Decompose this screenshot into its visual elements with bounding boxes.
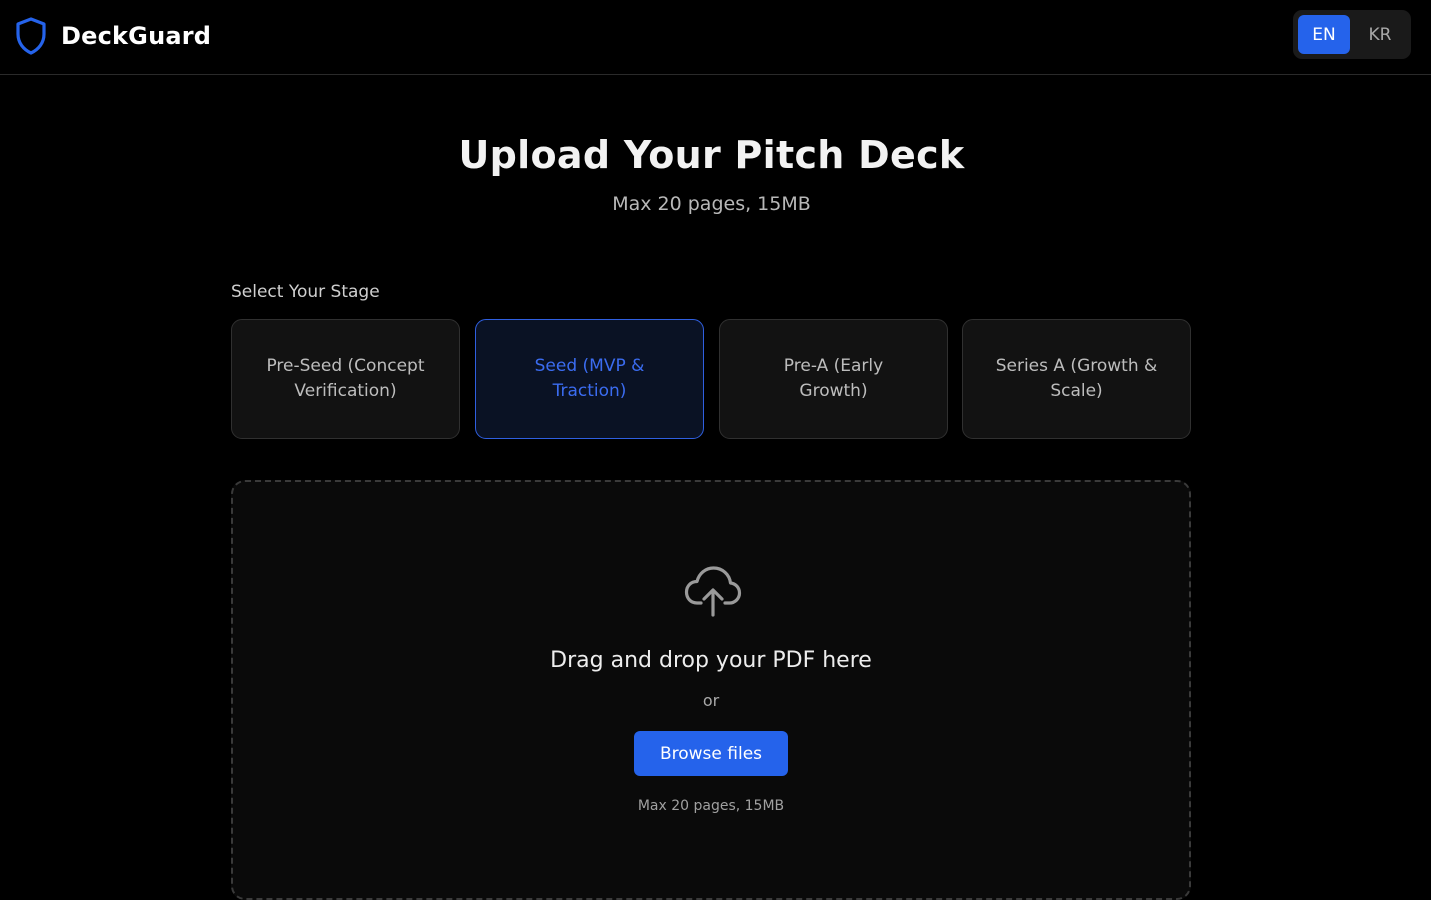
stage-option-label: Seed (MVP & Traction) (534, 356, 645, 401)
language-toggle: EN KR (1293, 10, 1411, 59)
file-limit-note: Max 20 pages, 15MB (637, 798, 785, 814)
stage-option-label: Series A (Growth & Scale) (995, 356, 1158, 401)
stage-option-pre-seed[interactable]: Pre-Seed (Concept Verification) (231, 319, 460, 439)
language-kr-button[interactable]: KR (1354, 15, 1406, 54)
stage-option-pre-a[interactable]: Pre-A (Early Growth) (719, 319, 948, 439)
file-dropzone[interactable]: Drag and drop your PDF here or Browse fi… (231, 480, 1191, 900)
stage-option-label: Pre-Seed (Concept Verification) (266, 356, 425, 401)
top-navigation-bar: DeckGuard EN KR (0, 0, 1431, 75)
stage-select-label: Select Your Stage (231, 282, 380, 302)
stage-option-label: Pre-A (Early Growth) (783, 356, 884, 401)
brand-name: DeckGuard (61, 22, 212, 50)
shield-icon (16, 17, 46, 55)
cloud-upload-icon (684, 566, 742, 617)
stage-option-series-a[interactable]: Series A (Growth & Scale) (962, 319, 1191, 439)
language-en-button[interactable]: EN (1298, 15, 1350, 54)
stage-option-seed[interactable]: Seed (MVP & Traction) (475, 319, 704, 439)
page-title: Upload Your Pitch Deck (458, 133, 965, 177)
brand[interactable]: DeckGuard (15, 16, 211, 56)
dropzone-or-separator: or (702, 691, 720, 710)
browse-files-button[interactable]: Browse files (634, 731, 788, 776)
dropzone-instruction: Drag and drop your PDF here (550, 648, 872, 673)
page-subtitle: Max 20 pages, 15MB (612, 193, 811, 215)
